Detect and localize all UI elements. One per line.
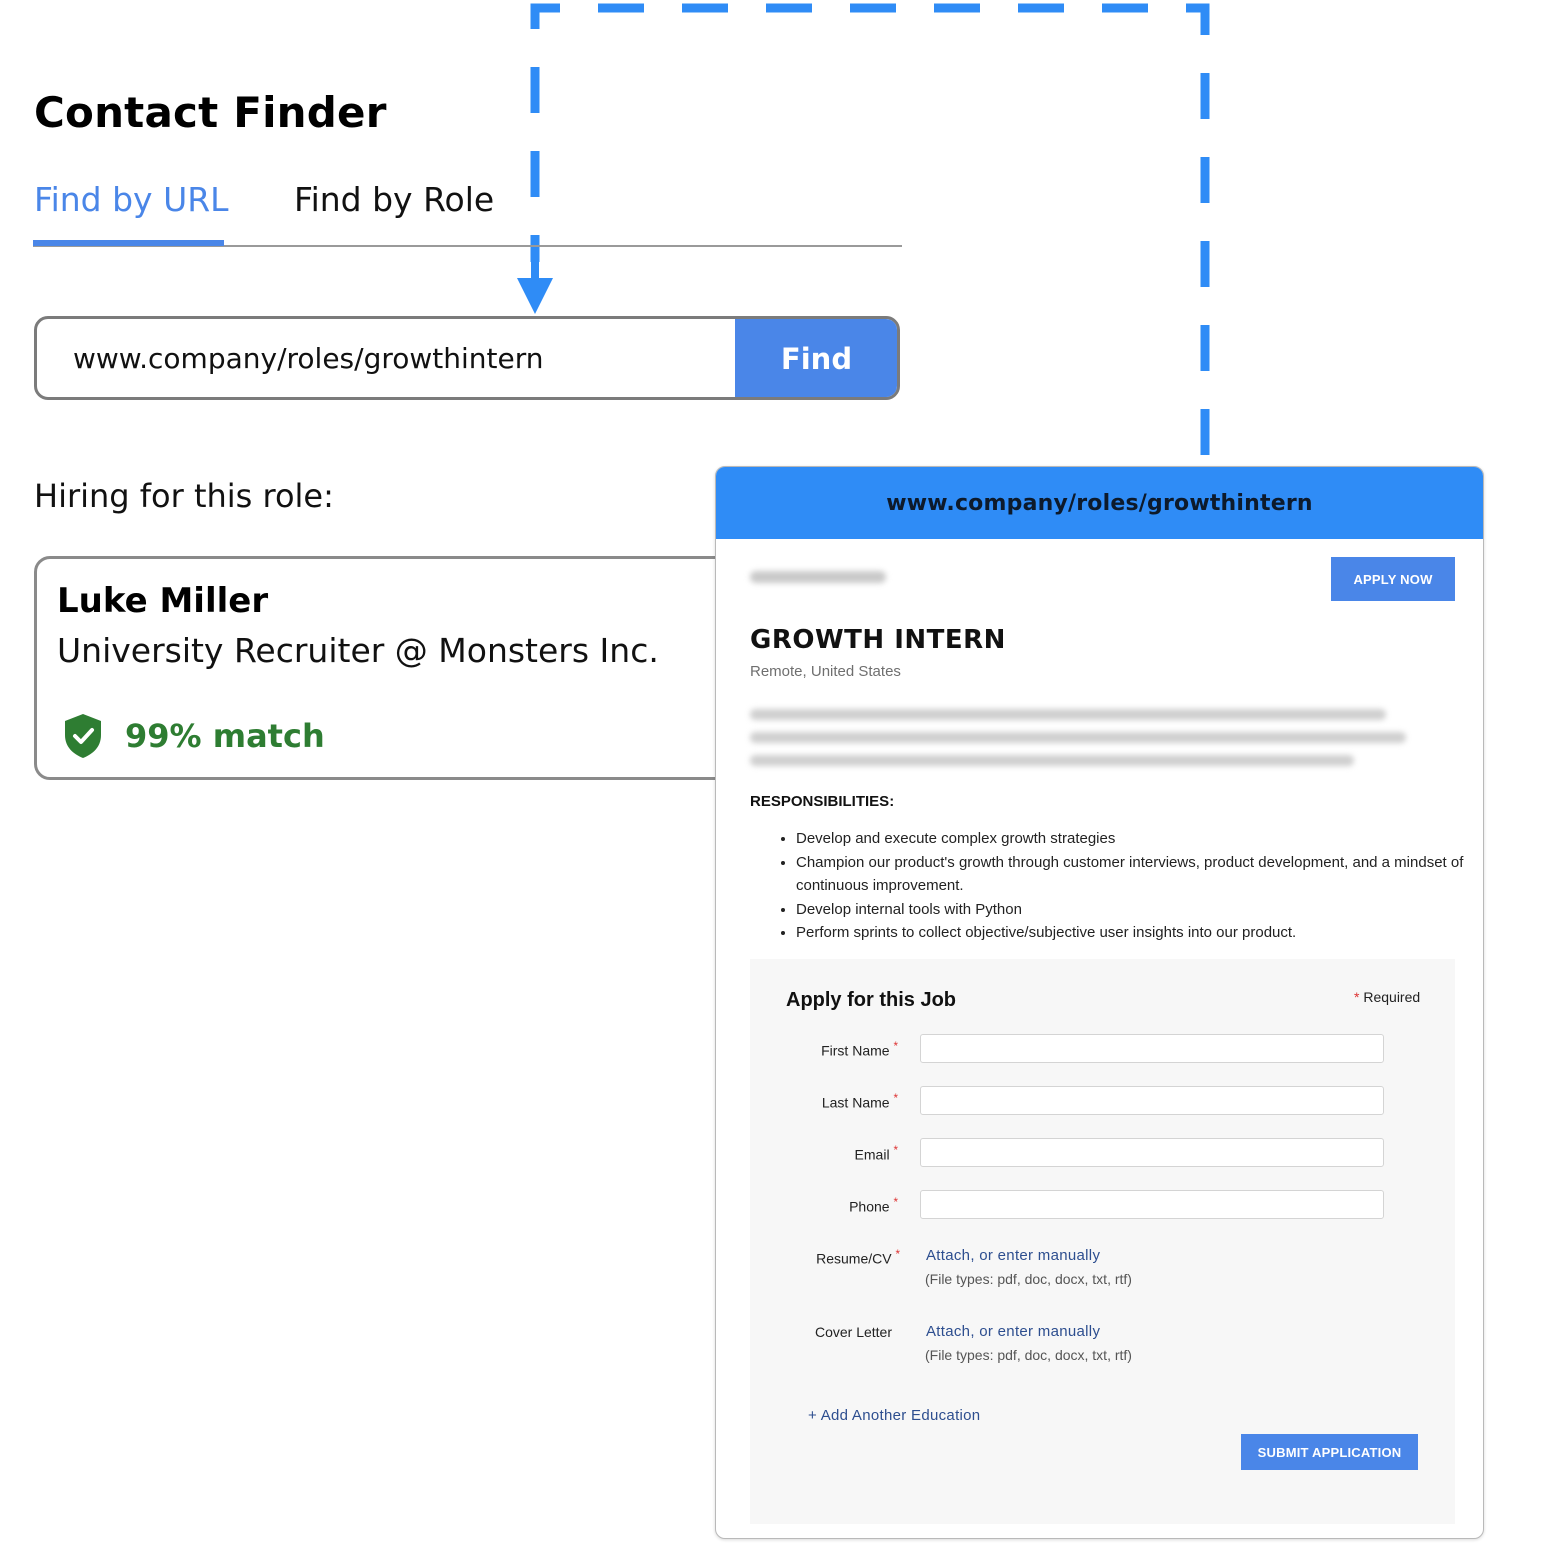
browser-address-bar: www.company/roles/growthintern — [716, 467, 1483, 539]
tab-find-by-url[interactable]: Find by URL — [34, 180, 229, 219]
responsibilities-list: Develop and execute complex growth strat… — [750, 827, 1483, 945]
contact-role: University Recruiter @ Monsters Inc. — [57, 631, 659, 670]
required-note: * Required — [1354, 989, 1420, 1005]
company-name-redacted — [750, 571, 886, 583]
resume-file-types: (File types: pdf, doc, docx, txt, rtf) — [925, 1271, 1132, 1287]
arrow-down-icon — [517, 278, 553, 314]
hiring-label: Hiring for this role: — [34, 477, 334, 515]
list-item: Perform sprints to collect objective/sub… — [796, 921, 1483, 945]
required-star: * — [893, 1144, 898, 1157]
cover-letter-attach-link[interactable]: Attach, — [926, 1323, 975, 1340]
required-star: * — [893, 1040, 898, 1053]
first-name-label: First Name * — [758, 1040, 898, 1059]
form-title: Apply for this Job — [786, 989, 956, 1011]
resume-actions: Attach, or enter manually — [926, 1247, 1100, 1265]
job-description-redacted — [750, 709, 1410, 766]
cover-letter-manual-link[interactable]: or enter manually — [979, 1323, 1100, 1340]
browser-url: www.company/roles/growthintern — [886, 490, 1313, 516]
find-button[interactable]: Find — [735, 319, 897, 397]
required-star: * — [895, 1248, 900, 1261]
first-name-field[interactable] — [920, 1034, 1384, 1063]
job-title: GROWTH INTERN — [750, 625, 1006, 655]
field-label-text: Last Name — [821, 1094, 890, 1111]
required-star: * — [893, 1092, 898, 1105]
email-label: Email * — [758, 1144, 898, 1163]
submit-application-button[interactable]: SUBMIT APPLICATION — [1241, 1434, 1418, 1470]
last-name-field[interactable] — [920, 1086, 1384, 1115]
contact-name: Luke Miller — [57, 581, 269, 621]
job-location: Remote, United States — [750, 663, 901, 680]
field-label-text: Cover Letter — [814, 1324, 892, 1340]
add-education-link[interactable]: + Add Another Education — [808, 1407, 980, 1424]
url-search-box: Find — [34, 316, 900, 400]
email-field[interactable] — [920, 1138, 1384, 1167]
match-score: 99% match — [125, 717, 325, 755]
field-label-text: Phone — [849, 1198, 890, 1215]
arrow-stem — [531, 262, 539, 280]
field-label-text: Email — [854, 1146, 890, 1163]
responsibilities-heading: RESPONSIBILITIES: — [750, 793, 895, 810]
cover-letter-label: Cover Letter — [752, 1324, 892, 1340]
phone-label: Phone * — [758, 1196, 898, 1215]
required-star: * — [1354, 989, 1360, 1005]
shield-check-icon — [65, 714, 101, 758]
cover-letter-file-types: (File types: pdf, doc, docx, txt, rtf) — [925, 1347, 1132, 1363]
last-name-label: Last Name * — [758, 1092, 898, 1111]
application-form: Apply for this Job * Required First Name… — [750, 959, 1455, 1524]
cover-letter-actions: Attach, or enter manually — [926, 1323, 1100, 1341]
app-title: Contact Finder — [34, 88, 387, 137]
browser-window: www.company/roles/growthintern APPLY NOW… — [715, 466, 1484, 1539]
required-star: * — [893, 1196, 898, 1209]
tab-find-by-role[interactable]: Find by Role — [294, 180, 494, 219]
tab-active-indicator — [33, 240, 224, 246]
list-item: Champion our product's growth through cu… — [796, 851, 1483, 898]
url-input[interactable] — [37, 319, 741, 397]
contact-card[interactable]: Luke Miller University Recruiter @ Monst… — [34, 556, 794, 780]
apply-now-button[interactable]: APPLY NOW — [1331, 557, 1455, 601]
required-label: Required — [1363, 989, 1421, 1005]
phone-field[interactable] — [920, 1190, 1384, 1219]
field-label-text: First Name — [821, 1042, 890, 1059]
resume-manual-link[interactable]: or enter manually — [979, 1247, 1100, 1264]
list-item: Develop and execute complex growth strat… — [796, 827, 1483, 851]
redacted-line — [750, 709, 1386, 720]
field-label-text: Resume/CV — [816, 1250, 892, 1267]
redacted-line — [750, 755, 1354, 766]
resume-attach-link[interactable]: Attach, — [926, 1247, 975, 1264]
resume-label: Resume/CV * — [760, 1248, 900, 1267]
list-item: Develop internal tools with Python — [796, 898, 1483, 922]
redacted-line — [750, 732, 1406, 743]
